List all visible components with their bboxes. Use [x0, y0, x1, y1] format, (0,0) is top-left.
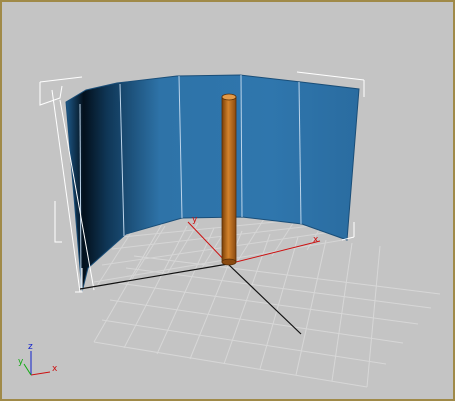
view-axis-gizmo: x z y: [18, 342, 58, 376]
gizmo-y-label: y: [18, 357, 24, 367]
curved-wall[interactable]: [65, 74, 360, 293]
viewport-scene[interactable]: x y x z y: [2, 2, 455, 401]
pivot-y-label: y: [192, 215, 198, 225]
home-grid: [93, 223, 441, 388]
perspective-viewport[interactable]: x y x z y: [0, 0, 455, 401]
gizmo-x-label: x: [52, 364, 58, 374]
gizmo-z-label: z: [28, 342, 33, 352]
cylinder[interactable]: [221, 93, 237, 266]
pivot-x-label: x: [313, 235, 319, 245]
